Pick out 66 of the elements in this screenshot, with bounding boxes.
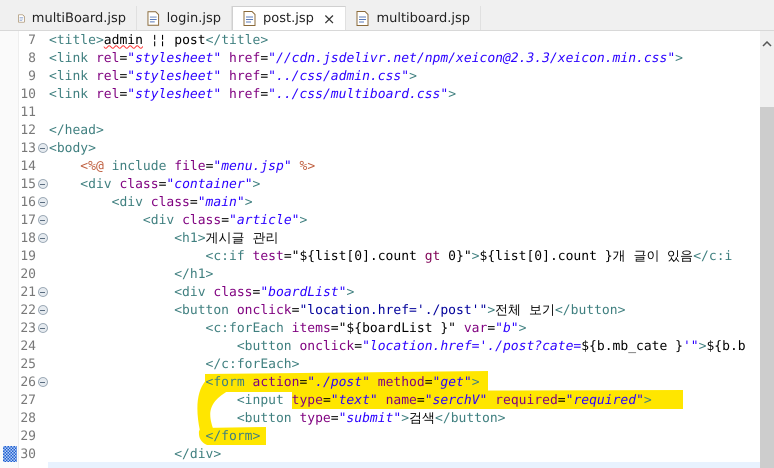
line-number: 7 <box>27 32 36 48</box>
line-number: 12 <box>19 122 36 138</box>
line-number: 17 <box>19 212 36 228</box>
line-number: 14 <box>19 158 36 174</box>
line-number: 30 <box>19 446 36 462</box>
line-number: 29 <box>19 428 36 444</box>
line-number: 20 <box>19 266 36 282</box>
line-number: 28 <box>19 410 36 426</box>
line-number: 24 <box>19 338 36 354</box>
line-number: 11 <box>19 104 36 120</box>
file-icon <box>356 10 370 26</box>
close-icon[interactable]: × <box>322 10 336 28</box>
scrollbar-thumb[interactable] <box>760 107 774 468</box>
fold-icon[interactable] <box>38 323 48 333</box>
code-line: <body> <box>49 140 96 156</box>
code-line: </h1> <box>173 266 214 282</box>
code-line: <div class="container"> <box>79 176 260 192</box>
code-line: <button onclick="location.href='./post'">전체 보기</button> <box>173 302 626 319</box>
code-line: </c:forEach> <box>204 356 300 372</box>
scroll-up-icon[interactable] <box>762 41 772 47</box>
line-number: 21 <box>19 284 36 300</box>
fold-icon[interactable] <box>38 305 48 315</box>
file-icon <box>243 11 256 26</box>
fold-icon[interactable] <box>38 233 48 243</box>
line-number: 13 <box>19 140 36 156</box>
line-number: 27 <box>19 392 36 408</box>
file-icon <box>147 10 160 26</box>
line-number: 15 <box>19 176 36 192</box>
code-line: </form> <box>204 428 260 444</box>
line-number: 9 <box>27 68 36 84</box>
code-line: </head> <box>49 122 104 138</box>
scrollbar[interactable] <box>760 31 774 468</box>
fold-icon[interactable] <box>38 215 48 225</box>
editor-tab[interactable]: multiboard.jsp <box>346 6 481 30</box>
code-line: <div class="main"> <box>110 194 253 210</box>
code-line: <link rel="stylesheet" href="../css/admin.css"> <box>49 68 417 84</box>
fold-icon[interactable] <box>38 143 48 153</box>
line-number: 23 <box>19 320 36 336</box>
editor-tab[interactable]: multiBoard.jsp <box>8 6 137 30</box>
line-number: 18 <box>19 230 36 246</box>
code-line: <%@ include file="menu.jsp" %> <box>79 158 316 174</box>
line-number: 26 <box>19 374 36 390</box>
fold-icon[interactable] <box>38 377 48 387</box>
code-line: <div class="boardList"> <box>173 284 354 300</box>
code-line: </div> <box>173 446 222 462</box>
code-line: <form action="./post" method="get"> <box>204 374 480 390</box>
code-line: <h1>게시글 관리 <box>173 230 278 247</box>
code-line: <link rel="stylesheet" href="//cdn.jsdelivr.net/npm/xeicon@2.3.3/xeicon.min.css"> <box>49 50 683 66</box>
line-number: 8 <box>27 50 36 66</box>
code-line: <button type="submit">검색</button> <box>236 410 506 427</box>
code-line: <title>admin ¦¦ post</title> <box>49 32 268 48</box>
line-number: 10 <box>19 86 36 102</box>
code-line: <link rel="stylesheet" href="../css/multiboard.css"> <box>49 86 456 102</box>
fold-icon[interactable] <box>38 197 48 207</box>
code-line: <c:if test="${list[0].count gt 0}">${list[0].count }개 글이 있음</c:i <box>204 248 732 265</box>
code-line: <div class="article"> <box>142 212 308 228</box>
line-number: 16 <box>19 194 36 210</box>
line-number: 25 <box>19 356 36 372</box>
code-line: <c:forEach items="${boardList }" var="b"> <box>204 320 526 336</box>
code-line: <button onclick="location.href='./post?cate=${b.mb_cate }'">${b.b <box>236 338 746 354</box>
fold-icon[interactable] <box>38 179 48 189</box>
line-number: 22 <box>19 302 36 318</box>
line-number: 19 <box>19 248 36 264</box>
editor-tab[interactable]: post.jsp × <box>232 6 346 30</box>
fold-icon[interactable] <box>38 287 48 297</box>
code-line: <input type="text" name="serchV" required="required"> <box>236 392 652 408</box>
